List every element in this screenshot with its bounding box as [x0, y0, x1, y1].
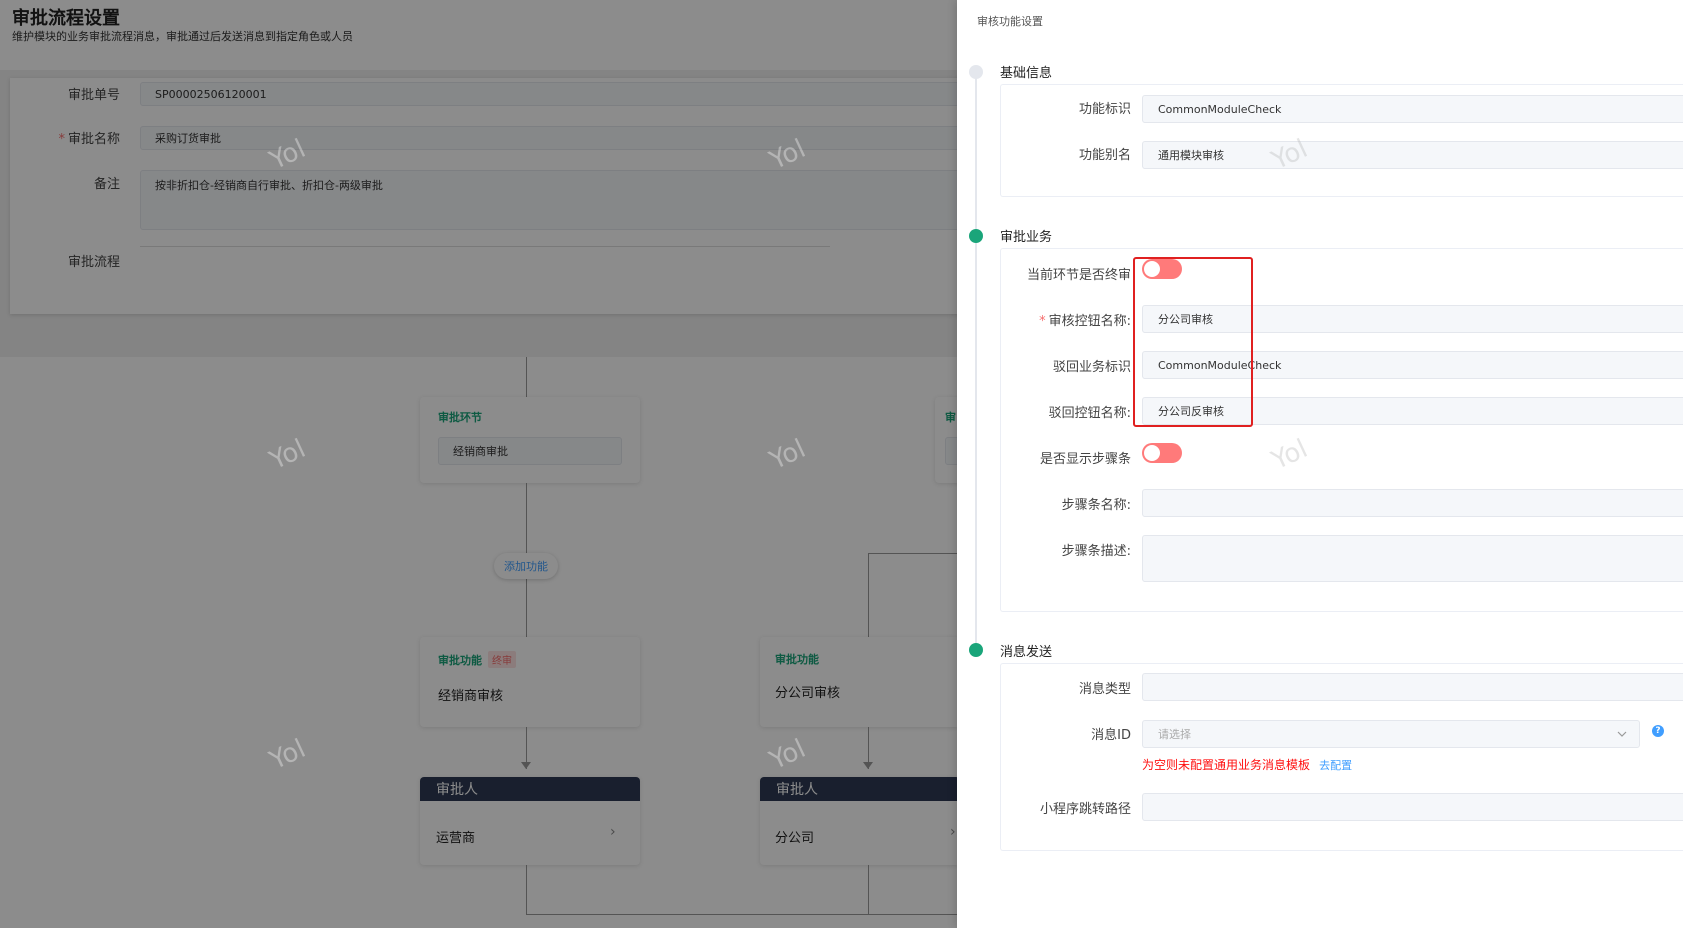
chevron-down-icon	[1617, 731, 1627, 737]
reject-id-label: 驳回业务标识	[1052, 360, 1131, 375]
func-alias-input[interactable]: 通用模块审核	[1142, 141, 1683, 169]
msg-type-input[interactable]	[1142, 673, 1683, 701]
path-label: 小程序跳转路径	[1039, 802, 1131, 817]
func-id-label: 功能标识	[1078, 102, 1131, 117]
drawer-title: 审核功能设置	[977, 15, 1043, 28]
audit-btn-label: * 审核控钮名称:	[1039, 314, 1131, 329]
timeline-dot	[969, 65, 983, 79]
path-input[interactable]	[1142, 793, 1683, 821]
show-steps-switch[interactable]	[1142, 443, 1182, 463]
section-title-message: 消息发送	[1000, 645, 1053, 660]
section-business: 当前环节是否终审 * 审核控钮名称: 分公司审核 驳回业务标识 CommonMod…	[1000, 248, 1683, 612]
help-icon[interactable]: ?	[1652, 725, 1664, 737]
step-desc-textarea[interactable]	[1142, 535, 1683, 582]
msg-id-select[interactable]: 请选择	[1142, 720, 1640, 748]
switch-knob	[1144, 445, 1160, 461]
timeline-dot	[969, 643, 983, 657]
msg-id-label: 消息ID	[1091, 728, 1131, 743]
section-title-basic: 基础信息	[1000, 66, 1053, 81]
msg-id-placeholder: 请选择	[1158, 728, 1191, 741]
highlight-frame	[1133, 257, 1253, 427]
function-settings-drawer: 审核功能设置 基础信息 功能标识 CommonModuleCheck 功能别名 …	[957, 0, 1683, 928]
step-name-input[interactable]	[1142, 489, 1683, 517]
section-basic: 功能标识 CommonModuleCheck 功能别名 通用模块审核	[1000, 84, 1683, 197]
func-id-input[interactable]: CommonModuleCheck	[1142, 95, 1683, 123]
timeline-dot	[969, 229, 983, 243]
reject-btn-label: 驳回控钮名称:	[1048, 406, 1131, 421]
step-name-label: 步骤条名称:	[1061, 498, 1131, 513]
section-title-business: 审批业务	[1000, 230, 1053, 245]
msg-warning-text: 为空则未配置通用业务消息模板	[1142, 758, 1311, 772]
msg-type-label: 消息类型	[1078, 682, 1131, 697]
show-steps-label: 是否显示步骤条	[1039, 452, 1131, 467]
modal-mask[interactable]	[0, 0, 960, 928]
timeline-line	[975, 72, 977, 650]
config-link[interactable]: 去配置	[1319, 759, 1352, 772]
section-message: 消息类型 消息ID 请选择 ? 为空则未配置通用业务消息模板 去配置 小程序跳转…	[1000, 663, 1683, 851]
func-alias-label: 功能别名	[1078, 148, 1131, 163]
is-final-label: 当前环节是否终审	[1026, 268, 1131, 283]
step-desc-label: 步骤条描述:	[1061, 544, 1131, 559]
msg-id-hint: 为空则未配置通用业务消息模板 去配置	[1142, 754, 1352, 773]
